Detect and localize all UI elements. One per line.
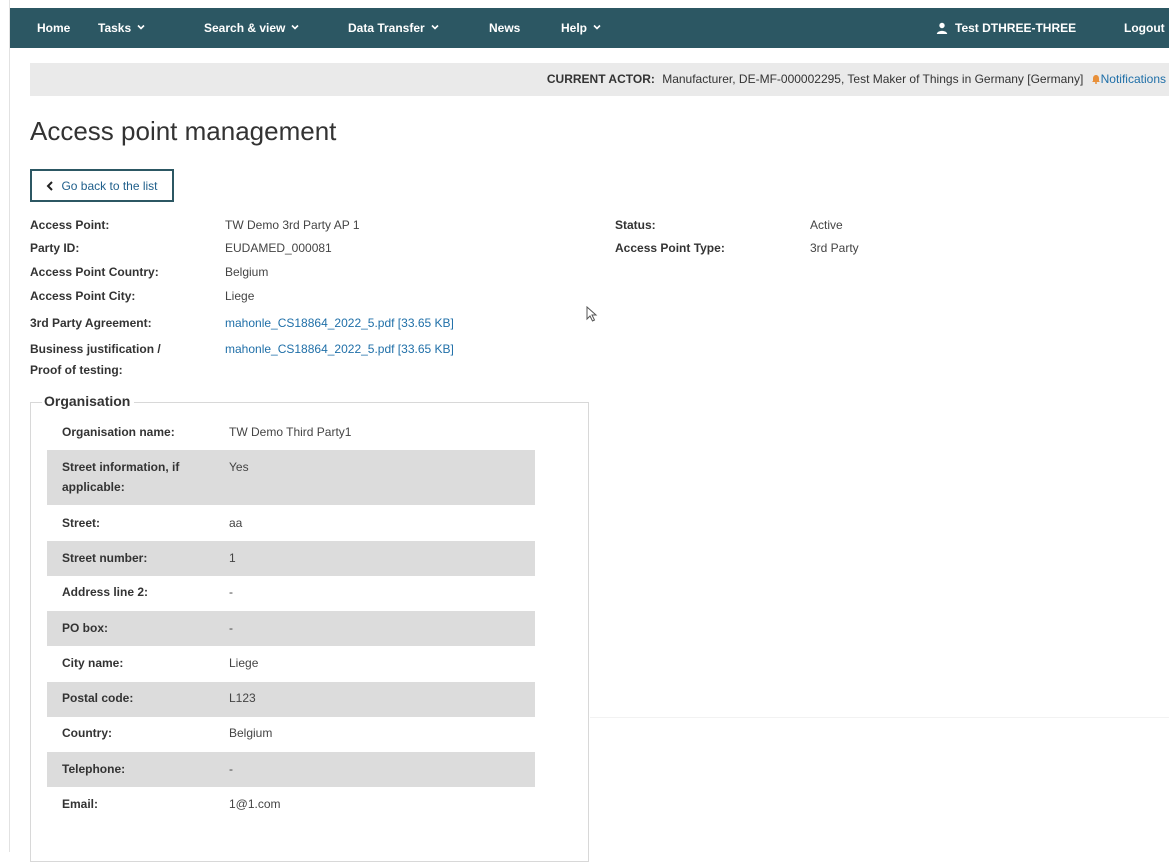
access-point-country-value: Belgium [225,265,269,279]
current-actor-bar: CURRENT ACTOR: Manufacturer, DE-MF-00000… [30,63,1169,96]
user-icon [936,22,948,34]
org-row-po-box: PO box: - [47,611,535,646]
org-value: Yes [229,460,249,474]
nav-help[interactable]: Help [561,8,601,48]
org-label: Telephone: [62,762,126,776]
org-row-address-line-2: Address line 2: - [47,576,535,611]
nav-user[interactable]: Test DTHREE-THREE [936,8,1076,48]
org-row-city-name: City name: Liege [47,646,535,682]
nav-data-transfer[interactable]: Data Transfer [348,8,439,48]
nav-search-view-label: Search & view [204,21,286,35]
business-justification-file-link[interactable]: mahonle_CS18864_2022_5.pdf [33.65 KB] [225,339,454,359]
org-label: Street information, if applicable: [62,460,180,494]
org-value: - [229,621,233,635]
nav-user-label: Test DTHREE-THREE [955,21,1077,35]
org-value: Liege [229,656,259,670]
access-point-country-label: Access Point Country: [30,265,159,279]
third-party-agreement-label: 3rd Party Agreement: [30,316,152,330]
chevron-left-icon [46,180,54,191]
go-back-label: Go back to the list [61,178,158,193]
left-border [9,0,10,852]
notifications-link[interactable]: Notifications [1101,72,1166,86]
org-label: Street: [62,516,101,530]
chevron-down-icon [137,23,145,31]
business-justification-label-line1: Business justification / [30,342,161,356]
party-id-value: EUDAMED_000081 [225,241,332,255]
org-value: - [229,585,233,599]
access-point-value: TW Demo 3rd Party AP 1 [225,218,360,232]
current-actor-value: Manufacturer, DE-MF-000002295, Test Make… [662,72,1084,86]
org-row-telephone: Telephone: - [47,752,535,787]
nav-home[interactable]: Home [37,8,70,48]
org-label: Country: [62,726,112,740]
org-row-street-number: Street number: 1 [47,541,535,576]
org-value: 1@1.com [229,797,281,811]
access-point-type-value: 3rd Party [810,241,859,255]
nav-tasks[interactable]: Tasks [98,8,145,48]
org-value: L123 [229,691,256,705]
nav-help-label: Help [561,21,588,35]
nav-news-label: News [489,21,521,35]
mouse-cursor-icon [586,306,598,322]
business-justification-label-line2: Proof of testing: [30,363,123,377]
org-row-country: Country: Belgium [47,717,535,752]
org-label: Email: [62,797,99,811]
status-value: Active [810,218,843,232]
org-row-email: Email: 1@1.com [47,787,535,823]
nav-home-label: Home [37,21,71,35]
org-label: PO box: [62,621,109,635]
chevron-down-icon [431,23,439,31]
org-row-street: Street: aa [47,505,535,541]
org-label: Postal code: [62,691,134,705]
go-back-button[interactable]: Go back to the list [30,169,174,202]
nav-data-transfer-label: Data Transfer [348,21,425,35]
nav-search-view[interactable]: Search & view [204,8,299,48]
divider [590,717,1169,718]
org-label: Address line 2: [62,585,149,599]
chevron-down-icon [593,23,601,31]
access-point-city-label: Access Point City: [30,289,136,303]
org-value: Belgium [229,726,273,740]
nav-news[interactable]: News [489,8,520,48]
access-point-city-value: Liege [225,289,255,303]
org-label: Street number: [62,551,148,565]
status-label: Status: [615,218,656,232]
bell-icon [1091,74,1101,84]
nav-logout-label: Logout [1124,21,1165,35]
top-navbar: Home Tasks Search & view Data Transfer N… [10,8,1169,48]
org-value: TW Demo Third Party1 [229,425,352,439]
chevron-down-icon [291,23,299,31]
org-value: 1 [229,551,236,565]
access-point-label: Access Point: [30,218,110,232]
nav-logout[interactable]: Logout [1124,8,1165,48]
org-row-organisation-name: Organisation name: TW Demo Third Party1 [47,413,535,449]
page-title: Access point management [30,116,337,146]
organisation-legend: Organisation [42,393,135,409]
org-row-postal-code: Postal code: L123 [47,682,535,717]
org-label: City name: [62,656,124,670]
org-row-street-information: Street information, if applicable: Yes [47,450,535,505]
access-point-type-label: Access Point Type: [615,241,725,255]
nav-tasks-label: Tasks [98,21,132,35]
org-label: Organisation name: [62,425,175,439]
org-value: - [229,762,233,776]
third-party-agreement-file-link[interactable]: mahonle_CS18864_2022_5.pdf [33.65 KB] [225,313,454,333]
party-id-label: Party ID: [30,241,80,255]
current-actor-label: CURRENT ACTOR: [546,72,655,86]
org-value: aa [229,516,243,530]
